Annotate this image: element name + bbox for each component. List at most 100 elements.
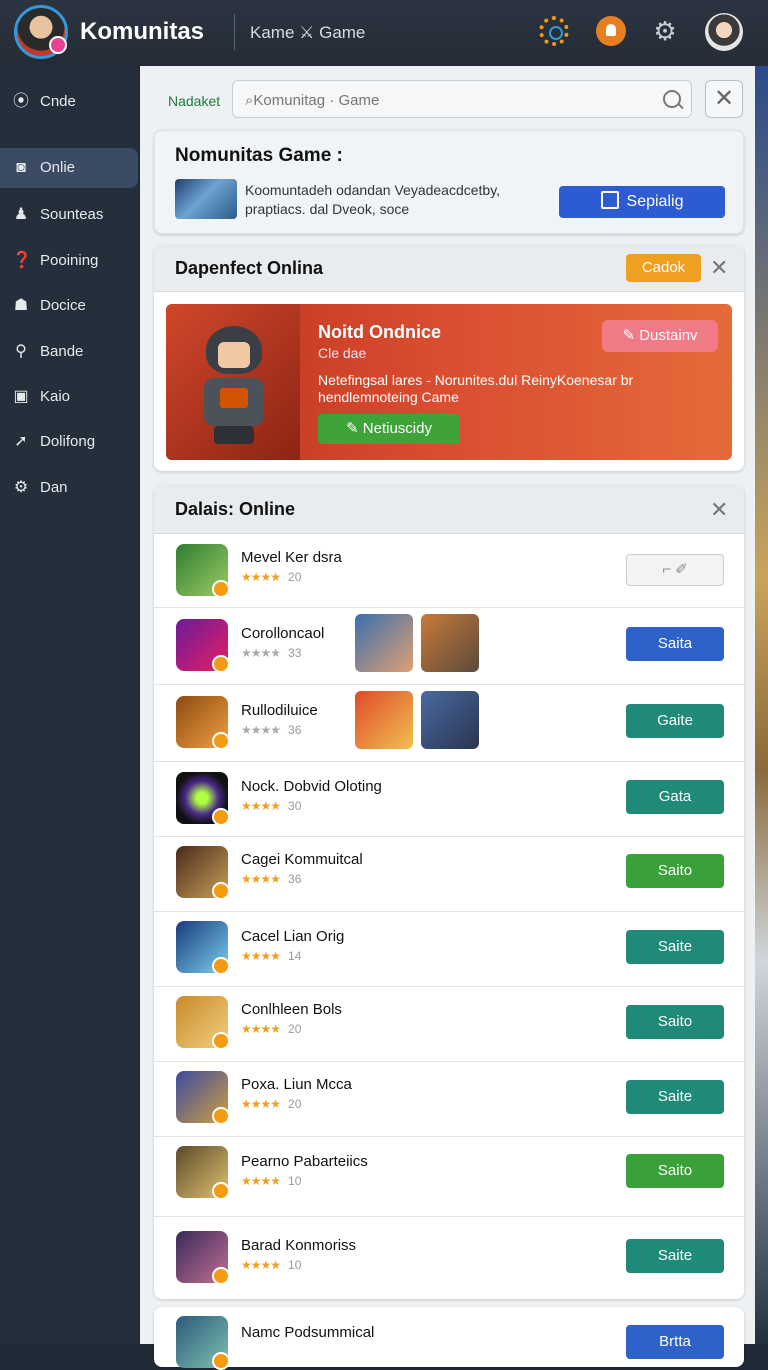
sidebar-item-cnde[interactable]: ⦿ Cnde: [0, 82, 138, 122]
sidebar-item-label: Dolifong: [40, 433, 96, 450]
rating-count: 36: [288, 723, 302, 737]
game-name: Poxa. Liun Mcca: [241, 1076, 352, 1093]
row-action-button[interactable]: Brtta: [626, 1325, 724, 1359]
featured-banner[interactable]: Noitd Ondnice Cle dae Netefingsal lares …: [166, 304, 732, 460]
character-thumbnail[interactable]: [421, 691, 479, 749]
rating-stars: ★★★★: [241, 570, 281, 584]
list-item[interactable]: Rullodiluice ★★★★ 36 Gaite: [154, 685, 744, 762]
row-action-button[interactable]: Saito: [626, 1005, 724, 1039]
online-list-close-button[interactable]: ✕: [710, 497, 728, 523]
list-item[interactable]: Pearno Pabarteiics ★★★★ 10 Saito: [154, 1137, 744, 1217]
sidebar-item-dolifong[interactable]: ➚ Dolifong: [0, 422, 138, 462]
sidebar-item-bande[interactable]: ⚲ Bande: [0, 332, 138, 372]
rating-stars: ★★★★: [241, 949, 281, 963]
list-item-partial[interactable]: Namc Podsummical Brtta: [154, 1307, 744, 1370]
row-action-button[interactable]: Saita: [626, 627, 724, 661]
monitor-icon: ▣: [13, 388, 29, 405]
list-item[interactable]: Cacel Lian Orig ★★★★ 14 Saite: [154, 912, 744, 987]
close-button[interactable]: ✕: [705, 80, 743, 118]
game-name: Corolloncaol: [241, 625, 325, 642]
sidebar-item-label: Sounteas: [40, 206, 104, 223]
game-rating: ★★★★ 14: [241, 949, 301, 963]
list-item[interactable]: Poxa. Liun Mcca ★★★★ 20 Saite: [154, 1062, 744, 1137]
window-icon: [600, 191, 619, 209]
search-icon: ⚲: [15, 343, 27, 360]
sidebar-item-kaio[interactable]: ▣ Kaio: [0, 377, 138, 417]
notification-bell-icon[interactable]: [596, 16, 626, 46]
sidebar-item-pooining[interactable]: ❓ Pooining: [0, 241, 138, 281]
sidebar-item-label: Kaio: [40, 388, 71, 405]
character-thumbnail[interactable]: [355, 614, 413, 672]
list-item[interactable]: Corolloncaol ★★★★ 33 Saita: [154, 608, 744, 685]
game-icon: [176, 619, 230, 673]
banner-action-button[interactable]: ✎ Netiuscidy: [318, 414, 460, 444]
spinner-gear-icon[interactable]: [539, 16, 569, 46]
banner-title: Noitd Ondnice: [318, 322, 441, 342]
row-action-button[interactable]: Saite: [626, 930, 724, 964]
sidebar-item-label: Cnde: [40, 93, 76, 110]
search-icon[interactable]: [663, 90, 681, 108]
user-icon: ☗: [13, 297, 29, 314]
rating-count: 10: [288, 1174, 302, 1188]
sidebar-item-label: Pooining: [40, 252, 99, 269]
game-rating: ★★★★ 36: [241, 872, 301, 886]
sidebar-item-onlie[interactable]: ◙ Onlie: [0, 148, 138, 188]
banner-pill-button[interactable]: ✎ Dustainv: [602, 320, 718, 352]
row-action-button[interactable]: Gaite: [626, 704, 724, 738]
settings-gear-icon[interactable]: ⚙: [650, 16, 680, 46]
game-name: Mevel Ker dsra: [241, 549, 342, 566]
row-action-button[interactable]: Saito: [626, 854, 724, 888]
game-name: Cagei Kommuitcal: [241, 851, 363, 868]
character-thumbnail[interactable]: [421, 614, 479, 672]
featured-badge-button[interactable]: Cadok: [626, 254, 701, 282]
intro-action-button[interactable]: Sepialig: [559, 186, 725, 218]
game-name: Conlhleen Bols: [241, 1001, 342, 1018]
app-logo-avatar[interactable]: [14, 5, 68, 59]
row-action-button[interactable]: ⌐ ✐: [626, 554, 724, 586]
rating-stars: ★★★★: [241, 1097, 281, 1111]
rating-stars: ★★★★: [241, 723, 281, 737]
intro-button-label: Sepialig: [626, 193, 684, 210]
row-action-button[interactable]: Gata: [626, 780, 724, 814]
online-list-header: Dalais: Online ✕: [154, 485, 744, 534]
sidebar-item-docice[interactable]: ☗ Docice: [0, 286, 138, 326]
sidebar: ⦿ Cnde ◙ Onlie ♟ Sounteas ❓ Pooining ☗ D…: [0, 66, 138, 1344]
game-rating: ★★★★ 20: [241, 1097, 301, 1111]
sidebar-item-label: Onlie: [40, 159, 76, 176]
help-icon: ❓: [12, 252, 32, 269]
row-action-button[interactable]: Saite: [626, 1080, 724, 1114]
search-input[interactable]: [243, 87, 657, 113]
people-icon: ♟: [13, 206, 29, 223]
game-icon: [176, 921, 230, 975]
game-rating: ★★★★ 36: [241, 723, 301, 737]
sidebar-item-label: Docice: [40, 297, 86, 314]
list-item[interactable]: Cagei Kommuitcal ★★★★ 36 Saito: [154, 837, 744, 912]
game-name: Rullodiluice: [241, 702, 318, 719]
game-icon: [176, 1316, 230, 1370]
sidebar-item-dan[interactable]: ⚙ Dan: [0, 468, 138, 508]
featured-close-button[interactable]: ✕: [710, 255, 728, 281]
robot-character-art: [166, 304, 300, 460]
character-thumbnail[interactable]: [355, 691, 413, 749]
rating-count: 20: [288, 570, 302, 584]
gamepad-icon: ◙: [16, 159, 26, 176]
game-name: Cacel Lian Orig: [241, 928, 345, 945]
search-box[interactable]: [232, 80, 692, 118]
sidebar-item-label: Bande: [40, 343, 84, 360]
list-item[interactable]: Conlhleen Bols ★★★★ 20 Saito: [154, 987, 744, 1062]
rating-count: 33: [288, 646, 302, 660]
rating-stars: ★★★★: [241, 1258, 281, 1272]
rating-stars: ★★★★: [241, 1022, 281, 1036]
row-action-button[interactable]: Saite: [626, 1239, 724, 1273]
rating-stars: ★★★★: [241, 872, 281, 886]
list-item[interactable]: Barad Konmoriss ★★★★ 10 Saite: [154, 1217, 744, 1299]
intro-card: Nomunitas Game : Koomuntadeh odandan Vey…: [154, 130, 744, 234]
game-icon: [176, 544, 230, 598]
sidebar-item-sounteas[interactable]: ♟ Sounteas: [0, 195, 138, 235]
row-action-button[interactable]: Saito: [626, 1154, 724, 1188]
rating-stars: ★★★★: [241, 646, 281, 660]
search-filter-tag[interactable]: Nadaket: [168, 93, 220, 109]
user-avatar[interactable]: [705, 13, 743, 51]
list-item[interactable]: Nock. Dobvid Oloting ★★★★ 30 Gata: [154, 762, 744, 837]
list-item[interactable]: Mevel Ker dsra ★★★★ 20 ⌐ ✐: [154, 534, 744, 608]
